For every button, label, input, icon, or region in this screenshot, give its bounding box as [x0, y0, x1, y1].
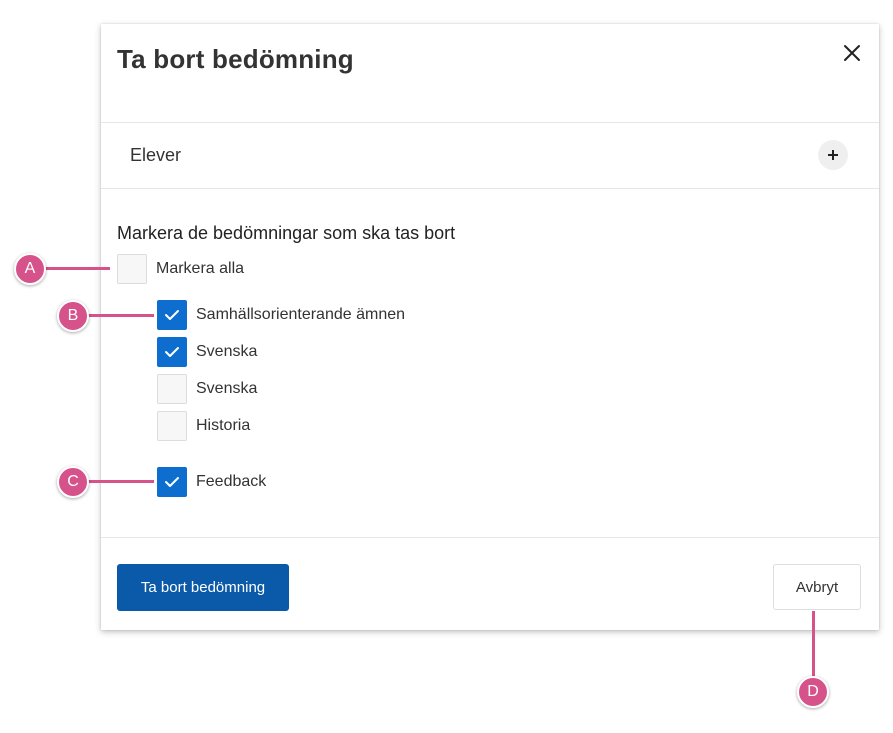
checkmark-icon: [165, 347, 179, 357]
instruction-text: Markera de bedömningar som ska tas bort: [117, 223, 456, 243]
callout-b-line: [86, 314, 154, 317]
dialog-title: Ta bort bedömning: [117, 44, 354, 74]
callout-a-line: [44, 267, 110, 270]
callout-d-line: [812, 611, 815, 677]
delete-assessment-dialog: Ta bort bedömning Elever Markera de bedö…: [101, 24, 879, 630]
students-section-label: Elever: [130, 145, 182, 165]
assessment-label: Svenska: [196, 380, 258, 397]
assessment-checkbox[interactable]: [157, 300, 187, 330]
assessment-item[interactable]: Historia: [157, 411, 250, 441]
callout-c-line: [86, 480, 154, 483]
callout-d-badge: D: [797, 676, 829, 708]
assessment-item[interactable]: Samhällsorienterande ämnen: [157, 300, 405, 330]
callout-a-badge: A: [14, 253, 46, 285]
assessment-item[interactable]: Svenska: [157, 374, 257, 404]
select-all-row[interactable]: Markera alla: [117, 254, 244, 284]
assessment-checkbox[interactable]: [157, 337, 187, 367]
feedback-label: Feedback: [196, 473, 267, 490]
feedback-item[interactable]: Feedback: [157, 467, 266, 497]
assessment-label: Historia: [196, 417, 251, 434]
close-icon[interactable]: [841, 42, 863, 64]
divider: [101, 537, 879, 538]
checkmark-icon: [165, 310, 179, 320]
assessment-label: Samhällsorienterande ämnen: [196, 306, 406, 323]
assessment-checkbox[interactable]: [157, 374, 187, 404]
feedback-checkbox[interactable]: [157, 467, 187, 497]
callout-b-badge: B: [57, 300, 89, 332]
delete-assessment-button[interactable]: Ta bort bedömning: [117, 564, 289, 611]
assessment-checkbox[interactable]: [157, 411, 187, 441]
assessment-label: Svenska: [196, 343, 258, 360]
select-all-checkbox[interactable]: [117, 254, 147, 284]
divider: [101, 188, 879, 189]
select-all-label: Markera alla: [156, 260, 245, 277]
plus-icon[interactable]: [818, 140, 848, 170]
checkmark-icon: [165, 477, 179, 487]
cancel-button[interactable]: Avbryt: [773, 564, 861, 610]
callout-c-badge: C: [57, 466, 89, 498]
students-section[interactable]: Elever: [101, 123, 879, 188]
assessment-item[interactable]: Svenska: [157, 337, 257, 367]
